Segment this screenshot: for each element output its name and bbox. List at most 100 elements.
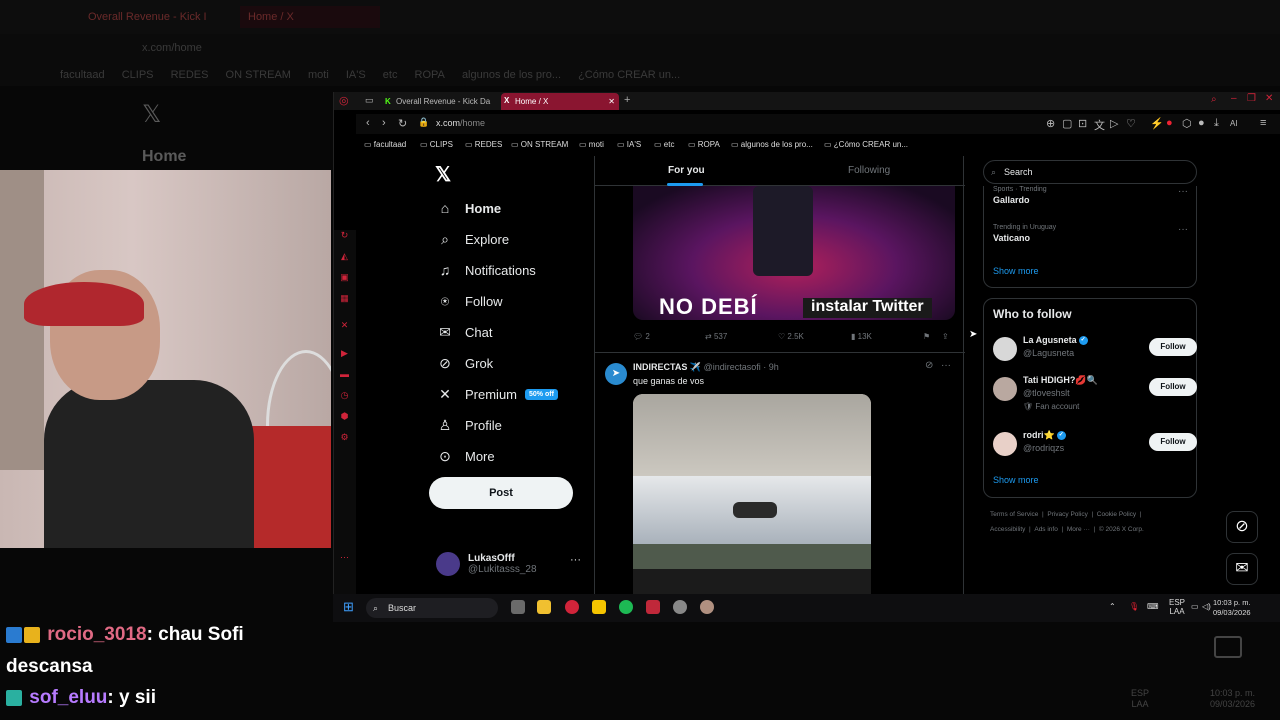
follow-button[interactable]: Follow [1149,433,1197,451]
new-tab-icon[interactable]: + [624,94,630,106]
follow-suggestion[interactable]: rodri⭐ ✓ @rodriqzs Follow [993,430,1197,460]
reload-icon[interactable]: ↻ [398,117,407,130]
close-window-icon[interactable]: ✕ [1265,93,1273,104]
sidebar-wallet-icon[interactable]: ▬ [339,369,350,380]
grok-fab-icon[interactable]: ⊘ [1226,511,1258,543]
bookmark-icon[interactable]: ⚑ [923,332,930,341]
search-tabs-icon[interactable]: ⌕ [1211,94,1217,105]
sidebar-workspace-icon[interactable]: ▣ [339,272,350,283]
account-icon[interactable]: ● [1198,117,1205,129]
heart-icon[interactable]: ♡ [1126,117,1136,130]
bookmark-folder[interactable]: facultaad [364,140,406,149]
follow-button[interactable]: Follow [1149,378,1197,396]
minimize-icon[interactable]: – [1231,93,1237,104]
language-indicator[interactable]: ESP LAA [1169,598,1185,616]
sidebar-history-icon[interactable]: ↻ [339,230,350,241]
recorder-app-icon[interactable] [646,600,660,614]
nav-follow[interactable]: ⍟ Follow [437,289,503,313]
network-icon[interactable]: ▭ [1191,602,1199,611]
follow-button[interactable]: Follow [1149,338,1197,356]
sidebar-more-icon[interactable]: ⋯ [339,552,350,563]
bookmark-folder[interactable]: REDES [465,140,503,149]
clock[interactable]: 10:03 p. m. 09/03/2026 [1213,598,1251,618]
footer-accessibility[interactable]: Accessibility [990,526,1025,533]
screenshot-icon[interactable]: ⊡ [1078,117,1087,130]
bookmark-folder[interactable]: moti [579,140,604,149]
opera-taskbar-icon[interactable] [565,600,579,614]
footer-more[interactable]: More ··· [1067,526,1090,533]
user-app-icon[interactable] [700,600,714,614]
telegram-avatar-icon[interactable]: ➤ [605,363,627,385]
windows-start-icon[interactable]: ⊞ [343,600,357,614]
footer-cookie[interactable]: Cookie Policy [1097,511,1136,518]
reply-button[interactable]: 💬︎ 2 [633,332,650,341]
tweet-author-handle[interactable]: @indirectasofi [704,362,761,372]
url-field[interactable]: x.com/home [436,118,485,128]
sidebar-apps-icon[interactable]: ▦ [339,293,350,304]
trend-item[interactable]: Trending in Uruguay Vaticano [993,224,1056,243]
bookmark-youtube[interactable]: ¿Cómo CREAR un... [824,140,908,149]
sidebar-settings-icon[interactable]: ⚙ [339,432,350,443]
maximize-icon[interactable]: ❐ [1247,93,1256,104]
forward-icon[interactable]: › [382,117,386,129]
grok-tweet-icon[interactable]: ⊘ [925,360,933,371]
messages-fab-icon[interactable]: ✉ [1226,553,1258,585]
tweet-time[interactable]: · 9h [763,362,779,372]
sidebar-cube-icon[interactable]: ⬢ [339,411,350,422]
nav-grok[interactable]: ⊘ Grok [437,351,493,375]
tweet-author-name[interactable]: INDIRECTAS ✈️ [633,362,701,372]
puzzle-icon[interactable]: ⬡ [1182,117,1192,130]
back-icon[interactable]: ‹ [366,117,370,129]
download-icon[interactable]: ⤓ [1214,117,1219,130]
footer-terms[interactable]: Terms of Service [990,511,1038,518]
keyboard-icon[interactable]: ⌨ [1147,602,1159,611]
close-tab-icon[interactable]: ✕ [608,93,615,110]
follow-suggestion[interactable]: La Agusneta ✓ @Lagusneta Follow [993,335,1197,365]
tab-menu-icon[interactable]: ▭ [365,95,374,106]
menu-icon[interactable]: ≡ [1260,117,1266,129]
bookmark-folder[interactable]: IA'S [617,140,641,149]
snapshot-icon[interactable]: ▢ [1062,117,1072,130]
tab-for-you[interactable]: For you [668,165,705,176]
nav-explore[interactable]: ⌕ Explore [437,227,509,251]
task-view-icon[interactable] [511,600,525,614]
sidebar-aria-icon[interactable]: ◭ [339,251,350,262]
bookmark-folder[interactable]: ON STREAM [511,140,569,149]
opera-ext-icon[interactable]: ● [1166,117,1173,129]
tweet-more-icon[interactable]: ··· [941,360,951,371]
like-button[interactable]: ♡ 2.5K [778,332,804,341]
extension-icon[interactable]: ⚡ [1150,117,1164,130]
obs-icon[interactable] [673,600,687,614]
nav-notifications[interactable]: ♫ Notifications [437,258,536,282]
footer-privacy[interactable]: Privacy Policy [1047,511,1087,518]
bookmark-folder[interactable]: CLIPS [420,140,453,149]
account-more-icon[interactable]: ··· [570,554,581,566]
nav-home[interactable]: ⌂ Home [437,196,501,220]
share-icon[interactable]: ⇪ [942,332,949,341]
sidebar-clock-icon[interactable]: ◷ [339,390,350,401]
tweet-media[interactable]: NO DEBÍ instalar Twitter [633,186,955,320]
play-icon[interactable]: ▷ [1110,117,1118,130]
translate-icon[interactable]: 文 [1094,117,1105,133]
trend-item[interactable]: Sports · Trending Gallardo [993,186,1047,205]
footer-ads[interactable]: Ads info [1034,526,1058,533]
opera-logo-icon[interactable]: ◎ [339,94,349,107]
follow-suggestion[interactable]: Tati HDIGH?💋🔍 @tloveshslt 🛡 Fan account … [993,375,1197,415]
nav-premium[interactable]: ✕ Premium 50% off [437,382,558,406]
search-input[interactable]: ⌕ Search [983,160,1197,184]
nav-more[interactable]: ⊙ More [437,444,495,468]
tab-kick[interactable]: K Overall Revenue - Kick Da [382,94,494,109]
spotify-icon[interactable] [619,600,633,614]
sticky-notes-icon[interactable] [592,600,606,614]
trend-more-icon[interactable]: ··· [1178,186,1188,197]
nav-chat[interactable]: ✉ Chat [437,320,492,344]
views-button[interactable]: ▮ 13K [851,332,872,341]
microphone-icon[interactable]: 🎙︎ [1129,602,1139,611]
file-explorer-icon[interactable] [537,600,551,614]
x-logo-icon[interactable]: 𝕏 [435,162,451,187]
repost-button[interactable]: ⇄ 537 [705,332,727,341]
bookmark-folder[interactable]: etc [654,140,675,149]
post-button[interactable]: Post [429,477,573,509]
trend-more-icon[interactable]: ··· [1178,224,1188,235]
wtf-show-more[interactable]: Show more [993,475,1039,485]
